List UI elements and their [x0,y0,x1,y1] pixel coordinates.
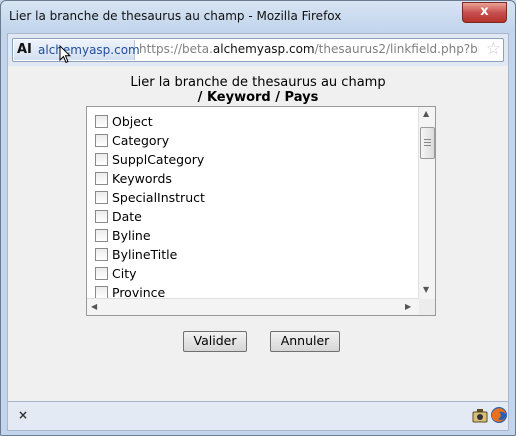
item-label: Date [112,209,142,224]
window-close-button[interactable]: x [462,2,507,23]
firefox-icon[interactable] [490,406,508,424]
vertical-scrollbar[interactable]: ▲ ▼ [418,107,435,299]
close-addon-bar-icon[interactable]: × [18,408,28,422]
site-logo-icon: AI [17,42,32,57]
mouse-cursor-icon [59,45,71,64]
checkbox[interactable] [95,115,108,128]
field-list-items: Object Category SupplCategory Keywords S… [87,107,419,299]
checkbox[interactable] [95,134,108,147]
url-bar[interactable]: AI alchemyasp.com https://beta.alchemyas… [12,38,504,62]
scroll-up-arrow-icon[interactable]: ▲ [423,109,429,118]
status-bar: × [7,401,509,431]
item-label: Keywords [112,171,172,186]
item-label: SupplCategory [112,152,205,167]
dialog-heading: Lier la branche de thesaurus au champ [130,75,386,90]
item-label: City [112,266,137,281]
url-prefix: https://beta. [139,42,213,56]
site-identity-domain: alchemyasp.com [38,43,140,57]
checkbox[interactable] [95,267,108,280]
grip-line [424,139,431,140]
scroll-left-arrow-icon[interactable]: ◀ [91,302,97,311]
dialog-subheading: / Keyword / Pays [197,90,319,105]
page-content: Lier la branche de thesaurus au champ / … [7,66,509,401]
item-label: Object [112,114,153,129]
item-label: Province [112,285,166,299]
checkbox[interactable] [95,210,108,223]
field-list[interactable]: Object Category SupplCategory Keywords S… [86,106,436,316]
grip-line [424,145,431,146]
checkbox[interactable] [95,229,108,242]
scroll-down-arrow-icon[interactable]: ▼ [423,285,429,294]
site-identity-button[interactable]: AI alchemyasp.com [14,40,140,60]
grip-line [424,142,431,143]
item-label: Category [112,133,170,148]
window-title: Lier la branche de thesaurus au champ - … [9,9,342,23]
scrollbar-thumb[interactable] [420,127,435,159]
cancel-button[interactable]: Annuler [270,331,340,352]
navigation-toolbar: AI alchemyasp.com https://beta.alchemyas… [7,33,509,67]
scrollbar-corner [419,299,435,315]
browser-window: Lier la branche de thesaurus au champ - … [0,0,516,436]
checkbox[interactable] [95,248,108,261]
checkbox[interactable] [95,172,108,185]
item-label: SpecialInstruct [112,190,205,205]
url-domain: alchemyasp.com [212,42,315,56]
horizontal-scrollbar[interactable]: ◀ ▶ [87,298,419,315]
title-bar: Lier la branche de thesaurus au champ - … [1,1,515,31]
item-label: Byline [112,228,151,243]
bookmark-star-icon[interactable]: ☆ [486,39,501,59]
url-text[interactable]: https://beta.alchemyasp.com/thesaurus2/l… [139,42,479,56]
scroll-right-arrow-icon[interactable]: ▶ [405,302,411,311]
checkbox[interactable] [95,153,108,166]
url-path: /thesaurus2/linkfield.php?bid=1&p [314,42,479,56]
screenshot-camera-icon[interactable] [472,408,488,423]
validate-button[interactable]: Valider [183,331,247,352]
item-label: BylineTitle [112,247,178,262]
checkbox[interactable] [95,191,108,204]
